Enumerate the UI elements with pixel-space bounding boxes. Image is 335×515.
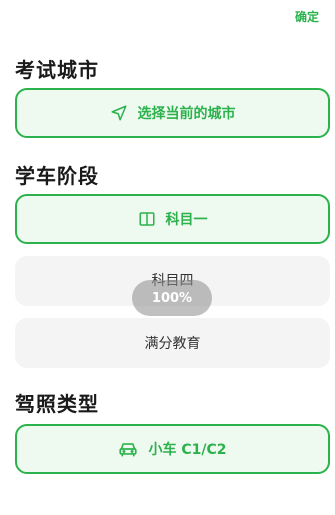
confirm-button[interactable]: 确定 [295, 8, 319, 25]
navigation-arrow-icon [110, 104, 128, 122]
license-option-label: 小车 C1/C2 [148, 442, 227, 458]
select-current-city-button[interactable]: 选择当前的城市 [15, 88, 330, 138]
stage-option-label: 科目一 [165, 212, 208, 228]
stage-option-label: 满分教育 [144, 336, 201, 352]
license-option-c1c2[interactable]: 小车 C1/C2 [15, 424, 330, 474]
section-title-city: 考试城市 [15, 58, 99, 82]
progress-toast: 100% [132, 280, 212, 316]
section-title-stage: 学车阶段 [15, 164, 99, 188]
stage-option-full-score-education[interactable]: 满分教育 [15, 318, 330, 368]
stage-option-kemu1[interactable]: 科目一 [15, 194, 330, 244]
car-icon [118, 440, 138, 458]
section-title-license: 驾照类型 [15, 392, 99, 416]
settings-page: 确定 考试城市 选择当前的城市 学车阶段 科目一 科目四 满分教育 驾照类型 [0, 0, 335, 515]
book-icon [138, 210, 156, 228]
select-current-city-label: 选择当前的城市 [137, 106, 236, 122]
